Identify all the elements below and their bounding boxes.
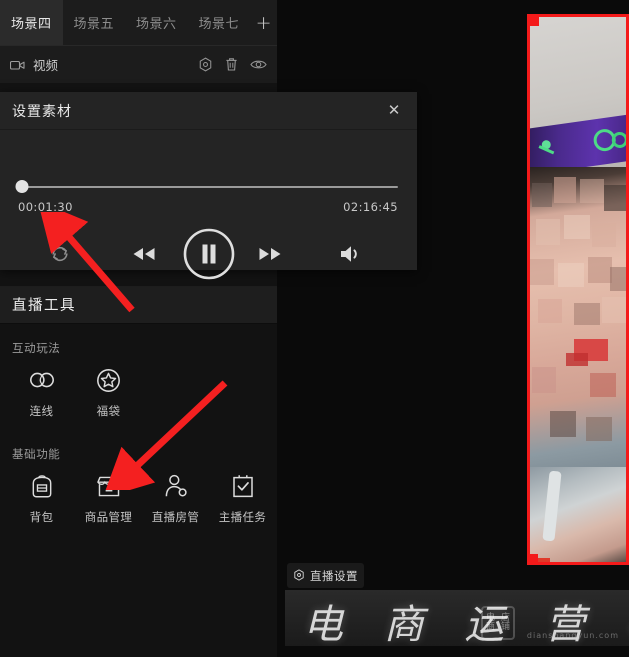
- fast-forward-button[interactable]: [256, 245, 284, 263]
- scene-tab-1-label: 场景四: [11, 17, 52, 32]
- progress-track: [18, 186, 398, 188]
- live-tools-header: 直播工具: [0, 286, 277, 324]
- source-actions: [198, 57, 267, 72]
- backpack-icon: [29, 472, 55, 500]
- live-settings-button[interactable]: 直播设置: [287, 563, 364, 588]
- selection-handle-top-left[interactable]: [530, 17, 539, 26]
- video-frame-bottom: [530, 467, 626, 562]
- eye-icon[interactable]: [250, 58, 267, 71]
- app-root: 场景四 场景五 场景六 场景七 + 视频 直播工具 互动玩法 连线 福袋 基础功…: [0, 0, 629, 657]
- tool-item-shangpinguanli[interactable]: 商品管理: [75, 472, 142, 525]
- current-time-label: 00:01:30: [18, 200, 73, 214]
- material-settings-header: 设置素材 ✕: [0, 92, 417, 130]
- tool-item-beibao[interactable]: 背包: [8, 472, 75, 525]
- clipboard-check-icon: [231, 472, 255, 500]
- video-preview-selection[interactable]: [527, 14, 629, 565]
- video-bottom-red-marker: [536, 558, 550, 562]
- tool-label-beibao: 背包: [29, 510, 54, 524]
- total-time-label: 02:16:45: [343, 200, 398, 214]
- rewind-button[interactable]: [130, 245, 158, 263]
- star-circle-icon: [96, 366, 121, 394]
- material-settings-title: 设置素材: [12, 103, 72, 120]
- pause-button[interactable]: [182, 227, 236, 281]
- tool-label-lianxian: 连线: [29, 404, 54, 418]
- material-settings-panel: 设置素材 ✕ 00:01:30 02:16:45: [0, 92, 417, 280]
- section-label-interactive: 互动玩法: [12, 341, 61, 355]
- transport-controls: [0, 225, 417, 283]
- scene-tab-4-label: 场景七: [198, 17, 240, 32]
- video-camera-icon: [10, 59, 25, 71]
- scene-tab-2[interactable]: 场景五: [63, 0, 126, 45]
- live-settings-label: 直播设置: [310, 568, 358, 583]
- tool-grid-interactive: 连线 福袋: [8, 366, 142, 419]
- live-tools-title: 直播工具: [12, 298, 76, 314]
- source-list-row[interactable]: 视频: [0, 45, 277, 83]
- tool-item-zhibofangguan[interactable]: 直播房管: [142, 472, 209, 525]
- playback-progress-slider[interactable]: [15, 180, 398, 193]
- watermark-bar: 电商 店铺 电 商 运 营 客 dianshangyun.com: [285, 590, 629, 646]
- source-label: 视频: [33, 58, 59, 73]
- trash-icon[interactable]: [225, 57, 238, 72]
- loop-button[interactable]: [48, 242, 72, 266]
- selection-handle-bottom-left[interactable]: [530, 554, 538, 562]
- mosaic-lips-2: [566, 353, 588, 366]
- tool-label-zhubotask: 主播任务: [218, 510, 267, 524]
- scene-tab-4[interactable]: 场景七: [188, 0, 251, 45]
- plus-icon: +: [255, 11, 272, 34]
- tool-label-zhibofangguan: 直播房管: [151, 510, 200, 524]
- tool-item-fudai[interactable]: 福袋: [75, 366, 142, 419]
- scene-tab-3[interactable]: 场景六: [125, 0, 188, 45]
- time-row: 00:01:30 02:16:45: [18, 200, 398, 214]
- person-badge-icon: [163, 472, 189, 500]
- material-settings-body: 00:01:30 02:16:45: [0, 130, 417, 280]
- video-frame-top: [530, 17, 626, 176]
- link-rings-icon: [28, 366, 56, 394]
- section-label-basic: 基础功能: [12, 447, 61, 461]
- volume-button[interactable]: [338, 243, 364, 265]
- scene-tab-1[interactable]: 场景四: [0, 0, 63, 45]
- watermark-footer: [285, 646, 629, 657]
- settings-icon[interactable]: [198, 57, 213, 72]
- video-purple-object: [530, 112, 626, 176]
- gear-icon: [293, 566, 305, 585]
- add-scene-button[interactable]: +: [250, 0, 277, 45]
- scene-tab-2-label: 场景五: [73, 17, 115, 32]
- close-icon[interactable]: ✕: [381, 98, 407, 124]
- video-frame-face: [530, 167, 626, 467]
- video-hood-strap: [542, 470, 562, 542]
- mosaic-overlay: [530, 167, 626, 467]
- tool-grid-basic: 背包 商品管理 直播房管 主播任务: [8, 472, 276, 525]
- progress-handle[interactable]: [15, 180, 29, 193]
- watermark-subtext: dianshangyun.com: [526, 631, 619, 640]
- scene-tab-3-label: 场景六: [136, 17, 177, 32]
- tool-item-lianxian[interactable]: 连线: [8, 366, 75, 419]
- tool-item-zhubotask[interactable]: 主播任务: [209, 472, 276, 525]
- scene-tab-bar: 场景四 场景五 场景六 场景七 +: [0, 0, 277, 45]
- tool-label-shangpinguanli: 商品管理: [84, 510, 133, 524]
- live-tools-panel: 直播工具 互动玩法 连线 福袋 基础功能 背包 商品管理 直播房管 主播任务: [0, 286, 277, 657]
- tool-label-fudai: 福袋: [96, 404, 121, 418]
- shop-icon: [95, 472, 123, 500]
